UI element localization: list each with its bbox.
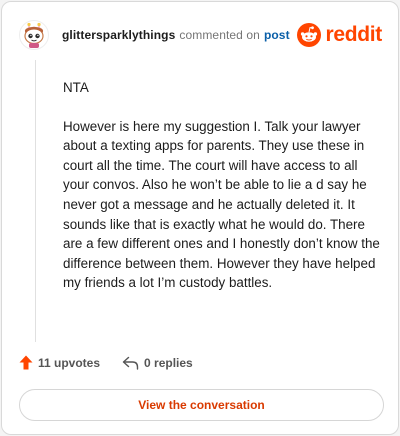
username[interactable]: glittersparklythings [62, 28, 175, 42]
comment-paragraph: NTA [63, 80, 89, 95]
comment-card: glittersparklythings commented on post r… [1, 1, 399, 435]
comment-paragraph: However is here my suggestion I. Talk yo… [63, 118, 380, 291]
upvote-button[interactable]: 11 upvotes [19, 355, 100, 370]
comment-actions: 11 upvotes 0 replies [19, 355, 193, 370]
post-link[interactable]: post [264, 28, 290, 42]
action-text: commented on [179, 28, 260, 42]
reddit-logo-icon [297, 23, 322, 47]
comment-meta: glittersparklythings commented on post [62, 28, 290, 42]
view-conversation-button[interactable]: View the conversation [19, 389, 384, 421]
reddit-brand[interactable]: reddit [297, 23, 382, 47]
avatar[interactable] [19, 20, 49, 50]
comment-header: glittersparklythings commented on post r… [19, 19, 382, 51]
comment-body: NTA However is here my suggestion I. Tal… [63, 78, 381, 312]
upvote-count: 11 upvotes [38, 355, 101, 370]
thread-line [35, 60, 36, 342]
reply-arrow-icon [122, 356, 139, 370]
reddit-wordmark: reddit [325, 23, 382, 46]
snoo-avatar-icon [19, 20, 49, 50]
upvote-arrow-icon [19, 355, 33, 370]
reply-button[interactable]: 0 replies [122, 356, 193, 370]
reply-count: 0 replies [144, 355, 193, 370]
